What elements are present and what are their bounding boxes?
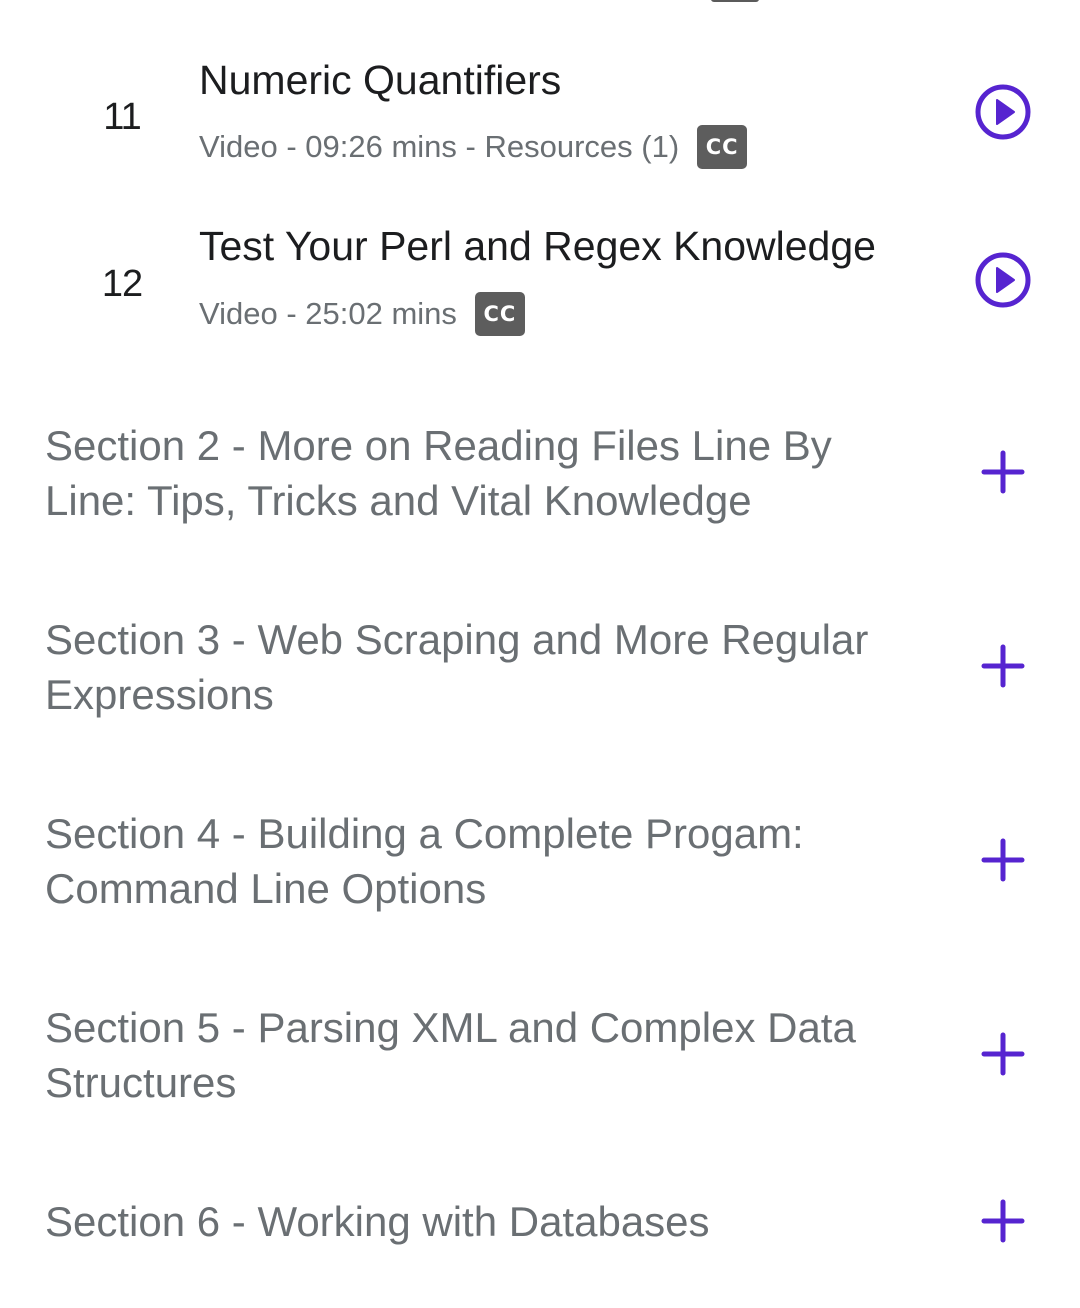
section-title: Section 6 - Working with Databases [45,1198,710,1245]
lecture-number: 11 [103,96,141,138]
section-header-5[interactable]: Section 5 - Parsing XML and Complex Data… [0,1000,1080,1120]
plus-icon[interactable] [981,644,1025,688]
lecture-meta: Video - 25:02 mins CC [199,292,525,336]
lecture-meta-text: Video - 09:26 mins - Resources (1) [199,129,680,164]
plus-icon[interactable] [981,1199,1025,1243]
section-header-3[interactable]: Section 3 - Web Scraping and More Regula… [0,612,1080,732]
plus-icon[interactable] [981,450,1025,494]
lecture-meta-text: Video - 25:02 mins [199,296,457,331]
section-header-4[interactable]: Section 4 - Building a Complete Progam: … [0,806,1080,926]
lecture-item-12[interactable]: 12 Test Your Perl and Regex Knowledge Vi… [0,218,1080,368]
closed-captions-icon: CC [697,125,748,169]
lecture-item-11[interactable]: 11 Numeric Quantifiers Video - 09:26 min… [0,50,1080,200]
cc-badge-partial [711,0,759,2]
section-header-2[interactable]: Section 2 - More on Reading Files Line B… [0,418,1080,538]
section-title: Section 4 - Building a Complete Progam: … [45,810,804,912]
plus-icon[interactable] [981,1032,1025,1076]
lecture-title: Test Your Perl and Regex Knowledge [199,223,876,269]
lecture-title: Numeric Quantifiers [199,57,562,103]
section-title: Section 2 - More on Reading Files Line B… [45,422,832,524]
lecture-meta: Video - 09:26 mins - Resources (1) CC [199,125,748,169]
section-title: Section 3 - Web Scraping and More Regula… [45,616,869,718]
play-circle-icon[interactable] [974,83,1032,141]
plus-icon[interactable] [981,838,1025,882]
section-header-6[interactable]: Section 6 - Working with Databases [0,1194,1080,1264]
lecture-number: 12 [101,263,143,305]
closed-captions-icon: CC [474,292,525,336]
course-curriculum: 11 Numeric Quantifiers Video - 09:26 min… [0,0,1080,1308]
section-title: Section 5 - Parsing XML and Complex Data… [45,1004,856,1106]
play-circle-icon[interactable] [974,251,1032,309]
